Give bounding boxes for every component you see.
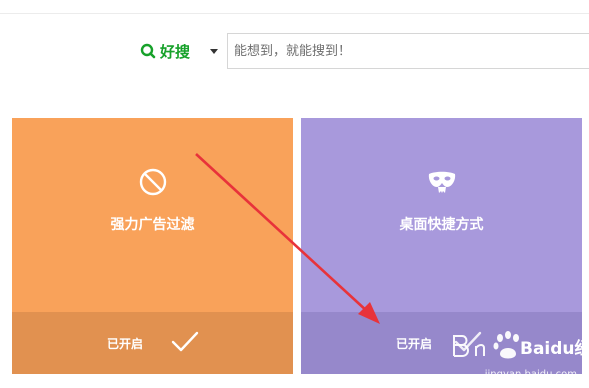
search-engine-label: 好搜 (160, 42, 191, 61)
top-divider (0, 13, 589, 14)
haosou-logo-icon (140, 43, 156, 59)
engine-dropdown-caret-icon[interactable] (208, 46, 220, 56)
desktop-shortcut-status: 已开启 (396, 336, 433, 351)
ban-icon (139, 168, 166, 196)
ad-filter-icon-wrap (12, 166, 293, 198)
ad-filter-card[interactable]: 强力广告过滤 已开启 (12, 118, 293, 374)
check-icon (171, 331, 199, 352)
search-engine-brand[interactable]: 好搜 (140, 40, 190, 62)
ad-filter-title: 强力广告过滤 (110, 217, 195, 233)
desktop-shortcut-card[interactable]: 桌面快捷方式 已开启 (301, 118, 582, 374)
search-input[interactable] (227, 33, 589, 69)
check-icon (454, 331, 482, 352)
ad-filter-status: 已开启 (107, 336, 144, 351)
ad-filter-status-bar[interactable]: 已开启 (12, 312, 293, 374)
desktop-shortcut-title: 桌面快捷方式 (399, 217, 484, 233)
desktop-shortcut-icon-wrap (301, 166, 582, 198)
desktop-shortcut-status-bar[interactable]: 已开启 (301, 312, 582, 374)
mask-icon (428, 171, 455, 193)
